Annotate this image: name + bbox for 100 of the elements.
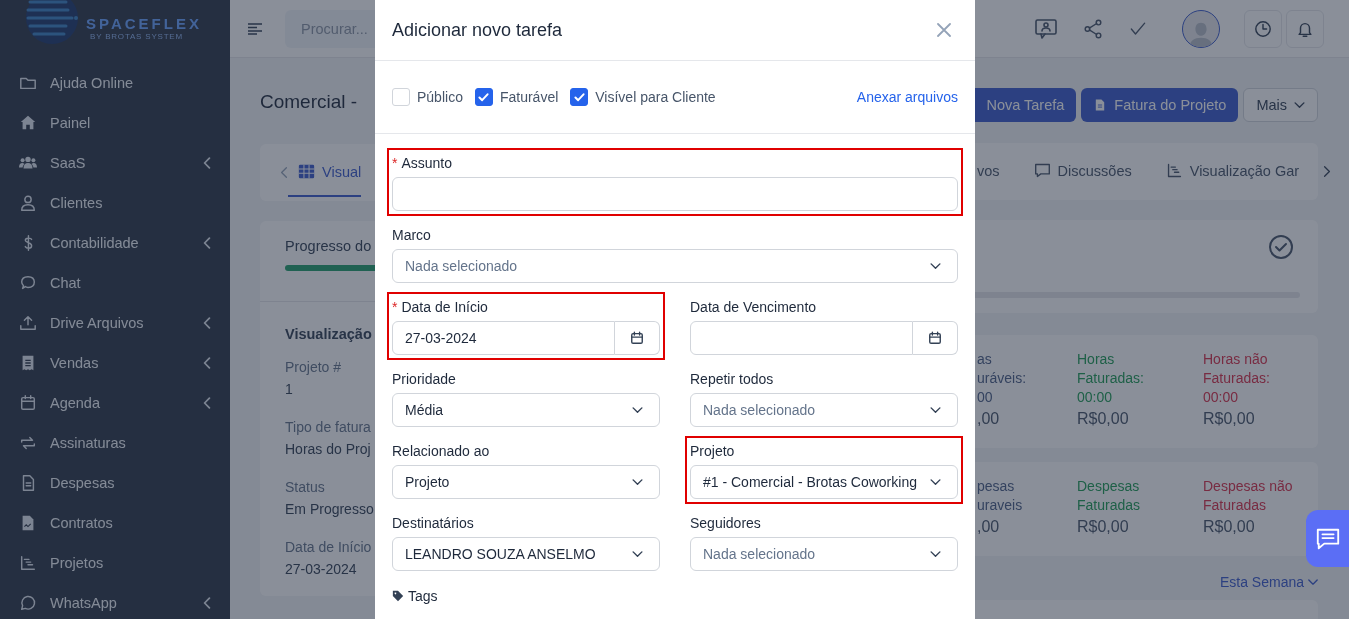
field-label: Destinatários <box>392 514 474 533</box>
checkbox-option[interactable]: Faturável <box>474 88 559 106</box>
select-field[interactable]: Nada selecionado <box>690 537 958 571</box>
progress-label: Progresso do <box>285 238 373 254</box>
sidebar-item[interactable]: Projetos <box>0 543 230 583</box>
stat-label: pesas uraveis <box>977 477 1024 515</box>
caret-icon <box>632 550 643 558</box>
sidebar-item[interactable]: SaaS <box>0 143 230 183</box>
logo-name: SPACEFLEX <box>86 16 202 32</box>
sidebar-item[interactable]: Despesas <box>0 463 230 503</box>
phone-bubble-icon <box>19 594 37 612</box>
field-label: Repetir todos <box>690 370 774 389</box>
select-field[interactable]: Nada selecionado <box>392 249 958 283</box>
select-field[interactable]: Nada selecionado <box>690 393 958 427</box>
stat-amount: R$0,00 <box>1203 409 1256 429</box>
page-title: Comercial - <box>260 91 359 114</box>
text-field[interactable] <box>392 177 958 211</box>
check-circle-icon <box>1268 234 1294 260</box>
detail-value: 27-03-2024 <box>285 560 358 579</box>
checkbox[interactable] <box>474 88 493 106</box>
caret-icon <box>930 478 941 486</box>
close-icon[interactable] <box>937 23 951 37</box>
home-icon <box>19 114 37 132</box>
notifications-button[interactable] <box>1286 9 1324 48</box>
stat-label: Despesas não Faturadas <box>1203 477 1294 515</box>
sidebar-item[interactable]: Assinaturas <box>0 423 230 463</box>
field-label: Projeto <box>690 442 735 461</box>
attach-files-link[interactable]: Anexar arquivos <box>856 89 958 105</box>
speech-bubble-icon <box>1033 162 1051 179</box>
tab[interactable]: Discussões <box>1023 143 1142 200</box>
stat-label: Horas Faturadas: <box>1077 350 1145 388</box>
caret-icon <box>632 406 643 414</box>
sidebar-item[interactable]: WhatsApp <box>0 583 230 619</box>
dropdown-button[interactable]: Mais <box>1243 88 1318 122</box>
checkmark-icon <box>573 92 585 102</box>
grid-icon <box>298 163 315 180</box>
caret-icon <box>1308 578 1318 586</box>
avatar[interactable] <box>1182 9 1220 48</box>
checkbox-option[interactable]: Público <box>392 88 463 106</box>
field-label: Marco <box>392 226 431 245</box>
checkbox-option[interactable]: Visível para Cliente <box>570 88 716 106</box>
caret-icon <box>930 406 941 414</box>
stat-amount: R$0,00 <box>1203 517 1256 537</box>
tab[interactable]: Visualização Gar <box>1155 143 1310 200</box>
clock-button[interactable] <box>1244 9 1282 48</box>
sidebar-item[interactable]: Ajuda Online <box>0 63 230 103</box>
sidebar-item[interactable]: Clientes <box>0 183 230 223</box>
tab[interactable]: vos <box>975 143 1010 200</box>
sidebar-item[interactable]: Painel <box>0 103 230 143</box>
select-field[interactable]: Projeto <box>392 465 660 499</box>
sidebar-item[interactable]: Agenda <box>0 383 230 423</box>
field-label: Data de Início <box>401 298 488 317</box>
stat-time: 00:00 <box>1077 388 1114 407</box>
sidebar-item[interactable]: Vendas <box>0 343 230 383</box>
calendar-button[interactable] <box>913 321 958 355</box>
share-icon[interactable] <box>1082 17 1104 40</box>
stat-amount: R$0,00 <box>1077 517 1130 537</box>
field-label: Seguidores <box>690 514 761 533</box>
chevron-left-icon <box>203 357 211 369</box>
chevron-right-icon[interactable] <box>1323 165 1332 178</box>
tab[interactable]: Visual <box>288 148 362 197</box>
detail-label: Data de Início <box>285 538 373 557</box>
chart-icon <box>19 554 37 572</box>
stat-label: Horas não Faturadas: <box>1203 350 1271 388</box>
section-title: Visualização <box>285 326 373 342</box>
speech-bubble-icon <box>19 274 37 292</box>
checkmark-icon <box>478 92 490 102</box>
chevron-left-icon <box>203 237 211 249</box>
stat-amount: ,00 <box>977 409 1001 429</box>
field-label: Data de Vencimento <box>690 298 817 317</box>
presentation-icon[interactable] <box>1034 16 1058 41</box>
action-button[interactable]: Nova Tarefa <box>975 88 1077 122</box>
sidebar-item[interactable]: Drive Arquivos <box>0 303 230 343</box>
select-field[interactable]: #1 - Comercial - Brotas Coworking <box>690 465 958 499</box>
calendar-button[interactable] <box>615 321 660 355</box>
period-dropdown[interactable]: Esta Semana <box>1219 574 1318 590</box>
chevron-left-icon <box>203 397 211 409</box>
select-field[interactable]: Média <box>392 393 660 427</box>
action-button[interactable]: Fatura do Projeto <box>1081 88 1239 122</box>
calendar-icon <box>630 331 644 345</box>
date-field[interactable] <box>690 321 913 355</box>
select-field[interactable]: LEANDRO SOUZA ANSELMO <box>392 537 660 571</box>
chevron-left-icon[interactable] <box>280 166 288 179</box>
stat-amount: R$0,00 <box>1077 409 1130 429</box>
sidebar-item[interactable]: Contabilidade <box>0 223 230 263</box>
stat-time: 00 <box>977 388 994 407</box>
checkbox[interactable] <box>570 88 589 106</box>
date-field[interactable]: 27-03-2024 <box>392 321 615 355</box>
menu-icon[interactable] <box>248 22 262 35</box>
chat-button[interactable] <box>1306 510 1349 567</box>
repeat-icon <box>19 434 37 452</box>
field-label: Tags <box>408 588 438 604</box>
upload-icon <box>19 314 37 332</box>
stat-time: 00:00 <box>1203 388 1240 407</box>
stat-label: as uráveis: <box>977 350 1028 388</box>
sidebar-item[interactable]: Chat <box>0 263 230 303</box>
calendar-icon <box>19 394 37 412</box>
clock-icon <box>1254 19 1272 38</box>
required-mark: * <box>392 298 398 317</box>
sidebar-item[interactable]: Contratos <box>0 503 230 543</box>
